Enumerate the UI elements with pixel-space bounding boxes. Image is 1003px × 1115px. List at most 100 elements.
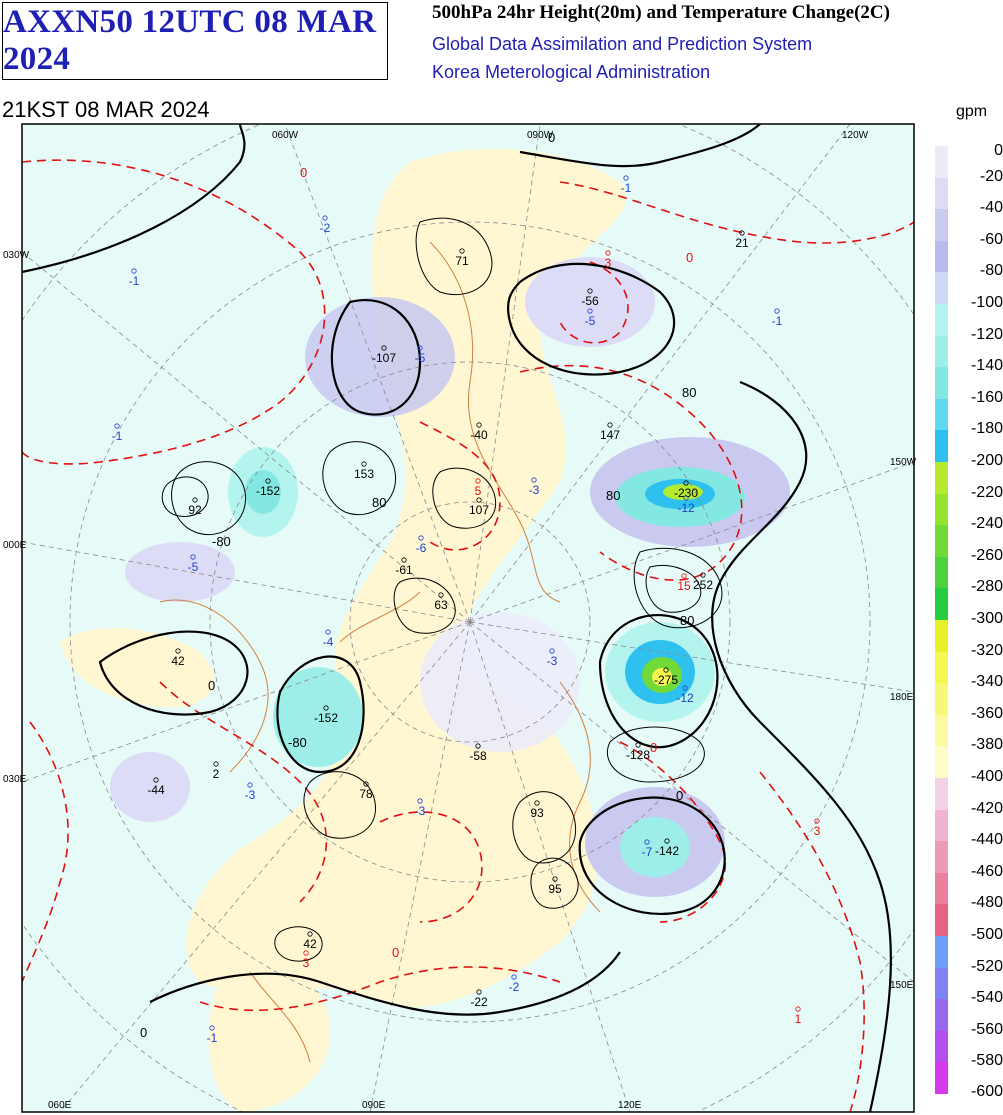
temperature-change-value: -12 <box>676 691 694 705</box>
fill-low-58 <box>420 612 580 752</box>
height-contour-label: 80 <box>372 495 386 510</box>
height-contour-label: 0 <box>548 130 555 145</box>
legend-label: -200 <box>970 452 1003 469</box>
height-change-value: -152 <box>314 711 338 725</box>
legend-label: -440 <box>970 831 1003 849</box>
lat-label-left-2: 000E <box>3 540 27 551</box>
temp-contour-label: 0 <box>392 945 399 960</box>
temperature-change-value: -4 <box>323 635 334 649</box>
legend-label: -60 <box>979 230 1003 248</box>
temperature-change-value: -2 <box>320 221 331 235</box>
height-contour-label: -80 <box>212 534 231 549</box>
height-change-value: 252 <box>693 578 713 592</box>
temperature-change-value: -3 <box>245 788 256 802</box>
temp-contour-label: 0 <box>686 250 693 265</box>
legend-swatch <box>935 841 948 873</box>
temperature-change-value: 3 <box>605 256 612 270</box>
legend-label: -260 <box>970 546 1003 564</box>
temp-contour-label: 0 <box>300 165 307 180</box>
legend-swatch <box>935 809 948 842</box>
height-change-value: 42 <box>171 654 185 668</box>
legend-unit: gpm <box>956 103 988 120</box>
height-change-value: -128 <box>626 748 650 762</box>
legend-swatch <box>935 714 948 747</box>
legend-swatch <box>935 651 948 684</box>
legend-label: -500 <box>970 926 1003 943</box>
temperature-change-value: 15 <box>677 579 691 593</box>
legend-swatch <box>935 367 948 399</box>
lat-label-right-1: 150W <box>890 457 917 468</box>
height-change-value: 21 <box>735 236 749 250</box>
fill-low-5-west <box>125 542 235 602</box>
subtitle-system: Global Data Assimilation and Prediction … <box>432 34 813 54</box>
temperature-change-value: -1 <box>207 1031 218 1045</box>
height-contour-label: 0 <box>676 788 683 803</box>
height-contour-label: 0 <box>208 678 215 693</box>
temperature-change-value: -5 <box>188 560 199 574</box>
legend-swatch <box>935 1062 948 1094</box>
height-change-value: -142 <box>655 844 679 858</box>
legend-swatch <box>935 240 948 273</box>
legend-label: -120 <box>970 325 1003 343</box>
legend-swatch <box>935 683 948 715</box>
height-change-value: -56 <box>581 294 599 308</box>
height-change-value: -58 <box>469 749 487 763</box>
temperature-change-value: -5 <box>415 351 426 365</box>
lon-label-bottom-2: 090E <box>362 1100 386 1111</box>
temperature-change-value: -1 <box>129 274 140 288</box>
legend-swatch <box>935 430 948 462</box>
legend-swatch <box>935 1030 948 1063</box>
product-code: AXXN50 12UTC 08 MAR 2024 <box>3 4 377 77</box>
legend-swatch <box>935 620 948 652</box>
legend-label: -80 <box>979 262 1003 280</box>
lon-label-top-1: 060W <box>272 130 299 141</box>
height-contour-label: 0 <box>140 1025 147 1040</box>
legend-swatch <box>935 556 948 589</box>
temperature-change-value: -5 <box>585 314 596 328</box>
legend-label: -520 <box>970 957 1003 975</box>
lat-label-left-3: 030E <box>3 774 27 785</box>
temperature-change-value: 5 <box>475 484 482 498</box>
legend-swatch <box>935 177 948 210</box>
lon-label-bottom-3: 120E <box>618 1100 642 1111</box>
lat-label-right-2: 180E <box>890 692 914 703</box>
temperature-change-value: -2 <box>509 980 520 994</box>
legend-swatch <box>935 304 948 336</box>
temp-contour-label: 0 <box>650 740 657 755</box>
legend-swatch <box>935 146 948 178</box>
height-change-value: 107 <box>469 503 489 517</box>
height-contour-label: 80 <box>606 488 620 503</box>
legend-swatch <box>935 272 948 304</box>
legend-label: -300 <box>970 610 1003 627</box>
legend-label: 0 <box>994 142 1003 159</box>
legend-label: -20 <box>979 167 1003 185</box>
legend-label: -400 <box>970 768 1003 785</box>
weather-map: 060W 090W 120W 060E 090E 120E 030W 000E … <box>3 123 917 1113</box>
height-contour-label: 80 <box>680 613 694 628</box>
legend-swatch <box>935 904 948 936</box>
chart-title: 500hPa 24hr Height(20m) and Temperature … <box>432 2 890 23</box>
temperature-change-value: -6 <box>416 541 427 555</box>
legend-label: -460 <box>970 862 1003 880</box>
height-contour-label: -80 <box>288 735 307 750</box>
legend-label: -420 <box>970 799 1003 817</box>
legend-swatch <box>935 335 948 368</box>
temperature-change-value: -3 <box>547 654 558 668</box>
temperature-change-value: -1 <box>772 314 783 328</box>
temperature-change-value: -3 <box>529 483 540 497</box>
legend-label: -220 <box>970 483 1003 501</box>
temperature-change-value: 3 <box>303 956 310 970</box>
height-change-value: -230 <box>674 486 698 500</box>
legend-swatch <box>935 999 948 1031</box>
height-change-value: 153 <box>354 467 374 481</box>
legend-label: -40 <box>979 199 1003 217</box>
legend-label: -600 <box>970 1083 1003 1101</box>
height-change-value: -40 <box>470 428 488 442</box>
legend-row: -580 -600 <box>933 1052 1003 1100</box>
height-change-value: -107 <box>372 351 396 365</box>
height-change-value: 95 <box>548 882 562 896</box>
legend-label: -160 <box>970 388 1003 406</box>
legend-swatch <box>935 872 948 905</box>
legend-swatch <box>935 746 948 778</box>
lon-label-top-3: 120W <box>842 130 869 141</box>
